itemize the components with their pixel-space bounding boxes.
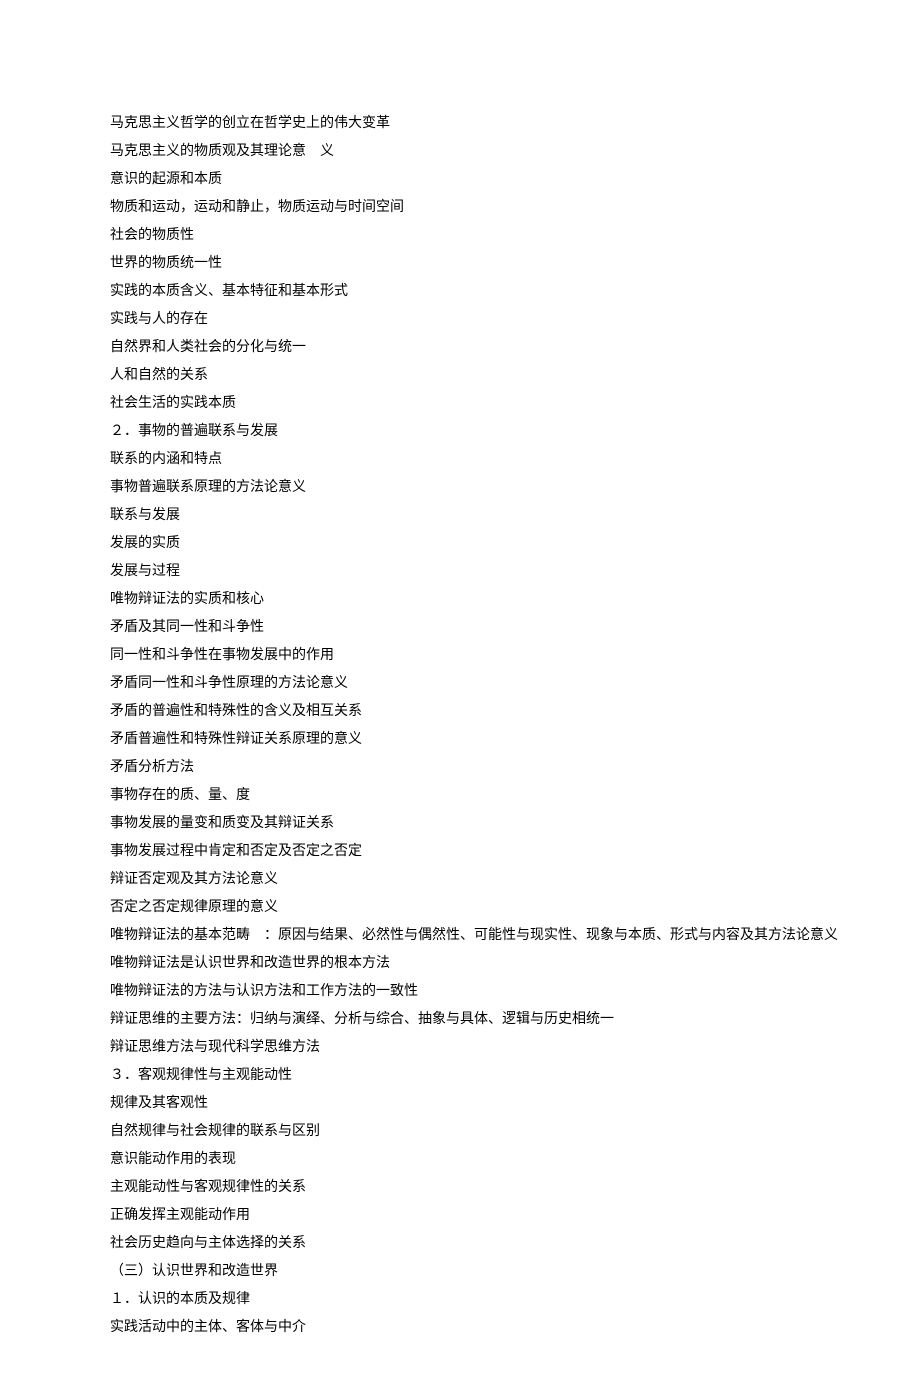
text-line: 实践与人的存在: [110, 306, 810, 334]
text-line: 矛盾的普遍性和特殊性的含义及相互关系: [110, 698, 810, 726]
text-line: 物质和运动，运动和静止，物质运动与时间空间: [110, 194, 810, 222]
text-line: 发展与过程: [110, 558, 810, 586]
text-line: 辩证思维的主要方法：归纳与演绎、分析与综合、抽象与具体、逻辑与历史相统一: [110, 1006, 810, 1034]
text-line: 唯物辩证法的基本范畴 ：原因与结果、必然性与偶然性、可能性与现实性、现象与本质、…: [110, 922, 810, 950]
text-line: 自然规律与社会规律的联系与区别: [110, 1118, 810, 1146]
text-line: 事物存在的质、量、度: [110, 782, 810, 810]
text-line: 规律及其客观性: [110, 1090, 810, 1118]
text-line: 唯物辩证法的实质和核心: [110, 586, 810, 614]
text-line: 社会历史趋向与主体选择的关系: [110, 1230, 810, 1258]
text-line: （三）认识世界和改造世界: [110, 1258, 810, 1286]
document-body: 马克思主义哲学的创立在哲学史上的伟大变革马克思主义的物质观及其理论意 义意识的起…: [110, 110, 810, 1342]
text-line: 主观能动性与客观规律性的关系: [110, 1174, 810, 1202]
text-line: 唯物辩证法的方法与认识方法和工作方法的一致性: [110, 978, 810, 1006]
text-line: 社会生活的实践本质: [110, 390, 810, 418]
text-line: 矛盾分析方法: [110, 754, 810, 782]
text-line: 矛盾普遍性和特殊性辩证关系原理的意义: [110, 726, 810, 754]
text-line: 马克思主义哲学的创立在哲学史上的伟大变革: [110, 110, 810, 138]
text-line: 辩证思维方法与现代科学思维方法: [110, 1034, 810, 1062]
text-line: 矛盾及其同一性和斗争性: [110, 614, 810, 642]
text-line: 事物发展的量变和质变及其辩证关系: [110, 810, 810, 838]
text-line: 马克思主义的物质观及其理论意 义: [110, 138, 810, 166]
text-line: １．认识的本质及规律: [110, 1286, 810, 1314]
text-line: 联系与发展: [110, 502, 810, 530]
text-line: 否定之否定规律原理的意义: [110, 894, 810, 922]
text-line: 事物发展过程中肯定和否定及否定之否定: [110, 838, 810, 866]
text-line: 人和自然的关系: [110, 362, 810, 390]
text-line: 同一性和斗争性在事物发展中的作用: [110, 642, 810, 670]
text-line: ２．事物的普遍联系与发展: [110, 418, 810, 446]
text-line: 实践的本质含义、基本特征和基本形式: [110, 278, 810, 306]
text-line: 正确发挥主观能动作用: [110, 1202, 810, 1230]
text-line: 世界的物质统一性: [110, 250, 810, 278]
text-line: 意识能动作用的表现: [110, 1146, 810, 1174]
text-line: 唯物辩证法是认识世界和改造世界的根本方法: [110, 950, 810, 978]
text-line: ３．客观规律性与主观能动性: [110, 1062, 810, 1090]
text-line: 社会的物质性: [110, 222, 810, 250]
text-line: 发展的实质: [110, 530, 810, 558]
text-line: 实践活动中的主体、客体与中介: [110, 1314, 810, 1342]
text-line: 联系的内涵和特点: [110, 446, 810, 474]
text-line: 事物普遍联系原理的方法论意义: [110, 474, 810, 502]
text-line: 辩证否定观及其方法论意义: [110, 866, 810, 894]
text-line: 意识的起源和本质: [110, 166, 810, 194]
text-line: 自然界和人类社会的分化与统一: [110, 334, 810, 362]
text-line: 矛盾同一性和斗争性原理的方法论意义: [110, 670, 810, 698]
